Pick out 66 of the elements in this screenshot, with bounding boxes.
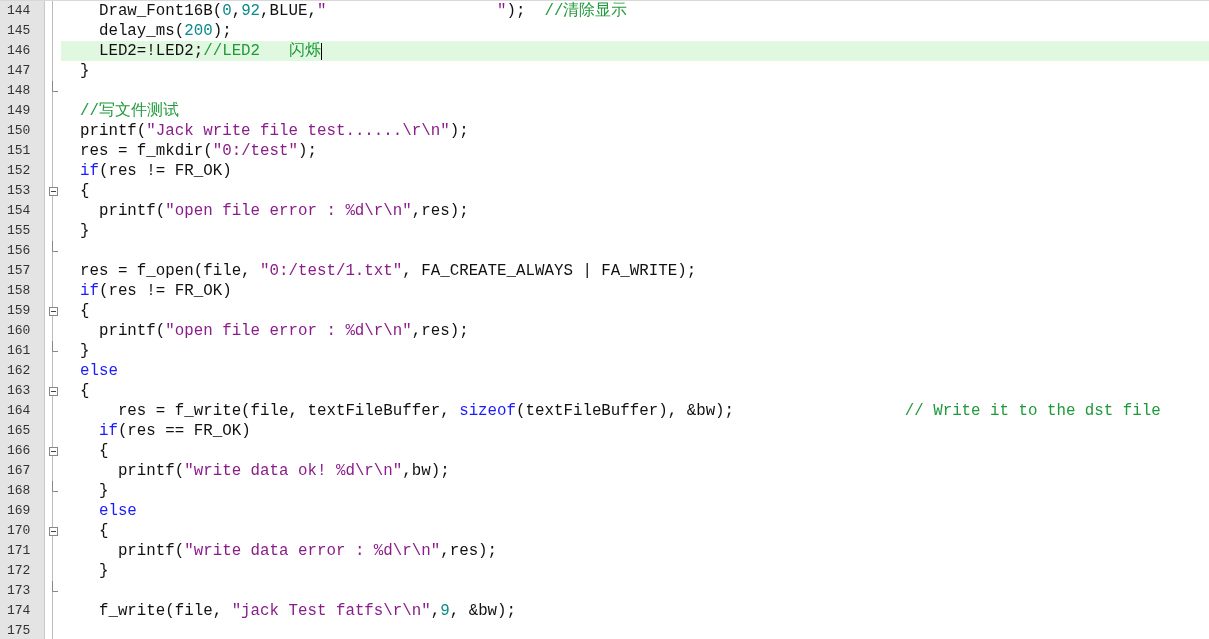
code-line: f_write(file, "jack Test fatfs\r\n",9, &bw); [97,601,517,621]
code-line: //写文件测试 [78,101,179,121]
line-number: 153 [0,181,45,201]
fold-toggle-icon[interactable] [48,446,58,456]
line-number: 149 [0,101,45,121]
code-line: LED2=!LED2;//LED2 闪烁 [97,41,321,61]
code-line: delay_ms(200); [97,21,232,41]
code-line: else [78,361,118,381]
code-line: } [97,481,109,501]
line-number: 171 [0,541,45,561]
code-line: printf("write data error : %d\r\n",res); [116,541,498,561]
code-line: printf("Jack write file test......\r\n"); [78,121,469,141]
line-number: 174 [0,601,45,621]
code-line: printf("write data ok! %d\r\n",bw); [116,461,450,481]
line-number: 162 [0,361,45,381]
line-number: 151 [0,141,45,161]
line-number: 161 [0,341,45,361]
code-line: if(res != FR_OK) [78,161,232,181]
line-number: 170 [0,521,45,541]
fold-toggle-icon[interactable] [48,526,58,536]
line-number: 168 [0,481,45,501]
line-number: 150 [0,121,45,141]
line-number: 147 [0,61,45,81]
code-line: printf("open file error : %d\r\n",res); [97,201,469,221]
line-number: 164 [0,401,45,421]
line-number: 144 [0,1,45,21]
line-number: 165 [0,421,45,441]
code-line: { [97,441,109,461]
line-number: 146 [0,41,45,61]
line-number: 167 [0,461,45,481]
code-line: { [78,381,90,401]
line-number: 166 [0,441,45,461]
text-caret [320,42,322,60]
line-number: 154 [0,201,45,221]
fold-toggle-icon[interactable] [48,186,58,196]
code-line: else [97,501,137,521]
fold-toggle-icon[interactable] [48,306,58,316]
code-line: } [78,341,90,361]
code-line: if(res != FR_OK) [78,281,232,301]
code-line: } [97,561,109,581]
line-number: 172 [0,561,45,581]
code-line: { [97,521,109,541]
line-number: 152 [0,161,45,181]
fold-toggle-icon[interactable] [48,386,58,396]
code-line: if(res == FR_OK) [97,421,251,441]
code-line: res = f_open(file, "0:/test/1.txt", FA_CREATE_ALWAYS | FA_WRITE); [78,261,697,281]
code-line: res = f_write(file, textFileBuffer, sizeof(textFileBuffer), &bw); // Write it to the dst file [116,401,1161,421]
line-number: 156 [0,241,45,261]
line-number: 160 [0,321,45,341]
code-line: printf("open file error : %d\r\n",res); [97,321,469,341]
line-number: 158 [0,281,45,301]
line-number: 169 [0,501,45,521]
code-line: Draw_Font16B(0,92,BLUE," "); //清除显示 [97,1,628,21]
code-line: { [78,301,90,321]
code-line: } [78,221,90,241]
line-number: 145 [0,21,45,41]
line-number: 148 [0,81,45,101]
code-line: res = f_mkdir("0:/test"); [78,141,317,161]
line-number: 155 [0,221,45,241]
line-number: 157 [0,261,45,281]
code-line: { [78,181,90,201]
line-number: 163 [0,381,45,401]
line-number: 173 [0,581,45,601]
code-line: } [78,61,90,81]
line-number: 159 [0,301,45,321]
line-number: 175 [0,621,45,639]
